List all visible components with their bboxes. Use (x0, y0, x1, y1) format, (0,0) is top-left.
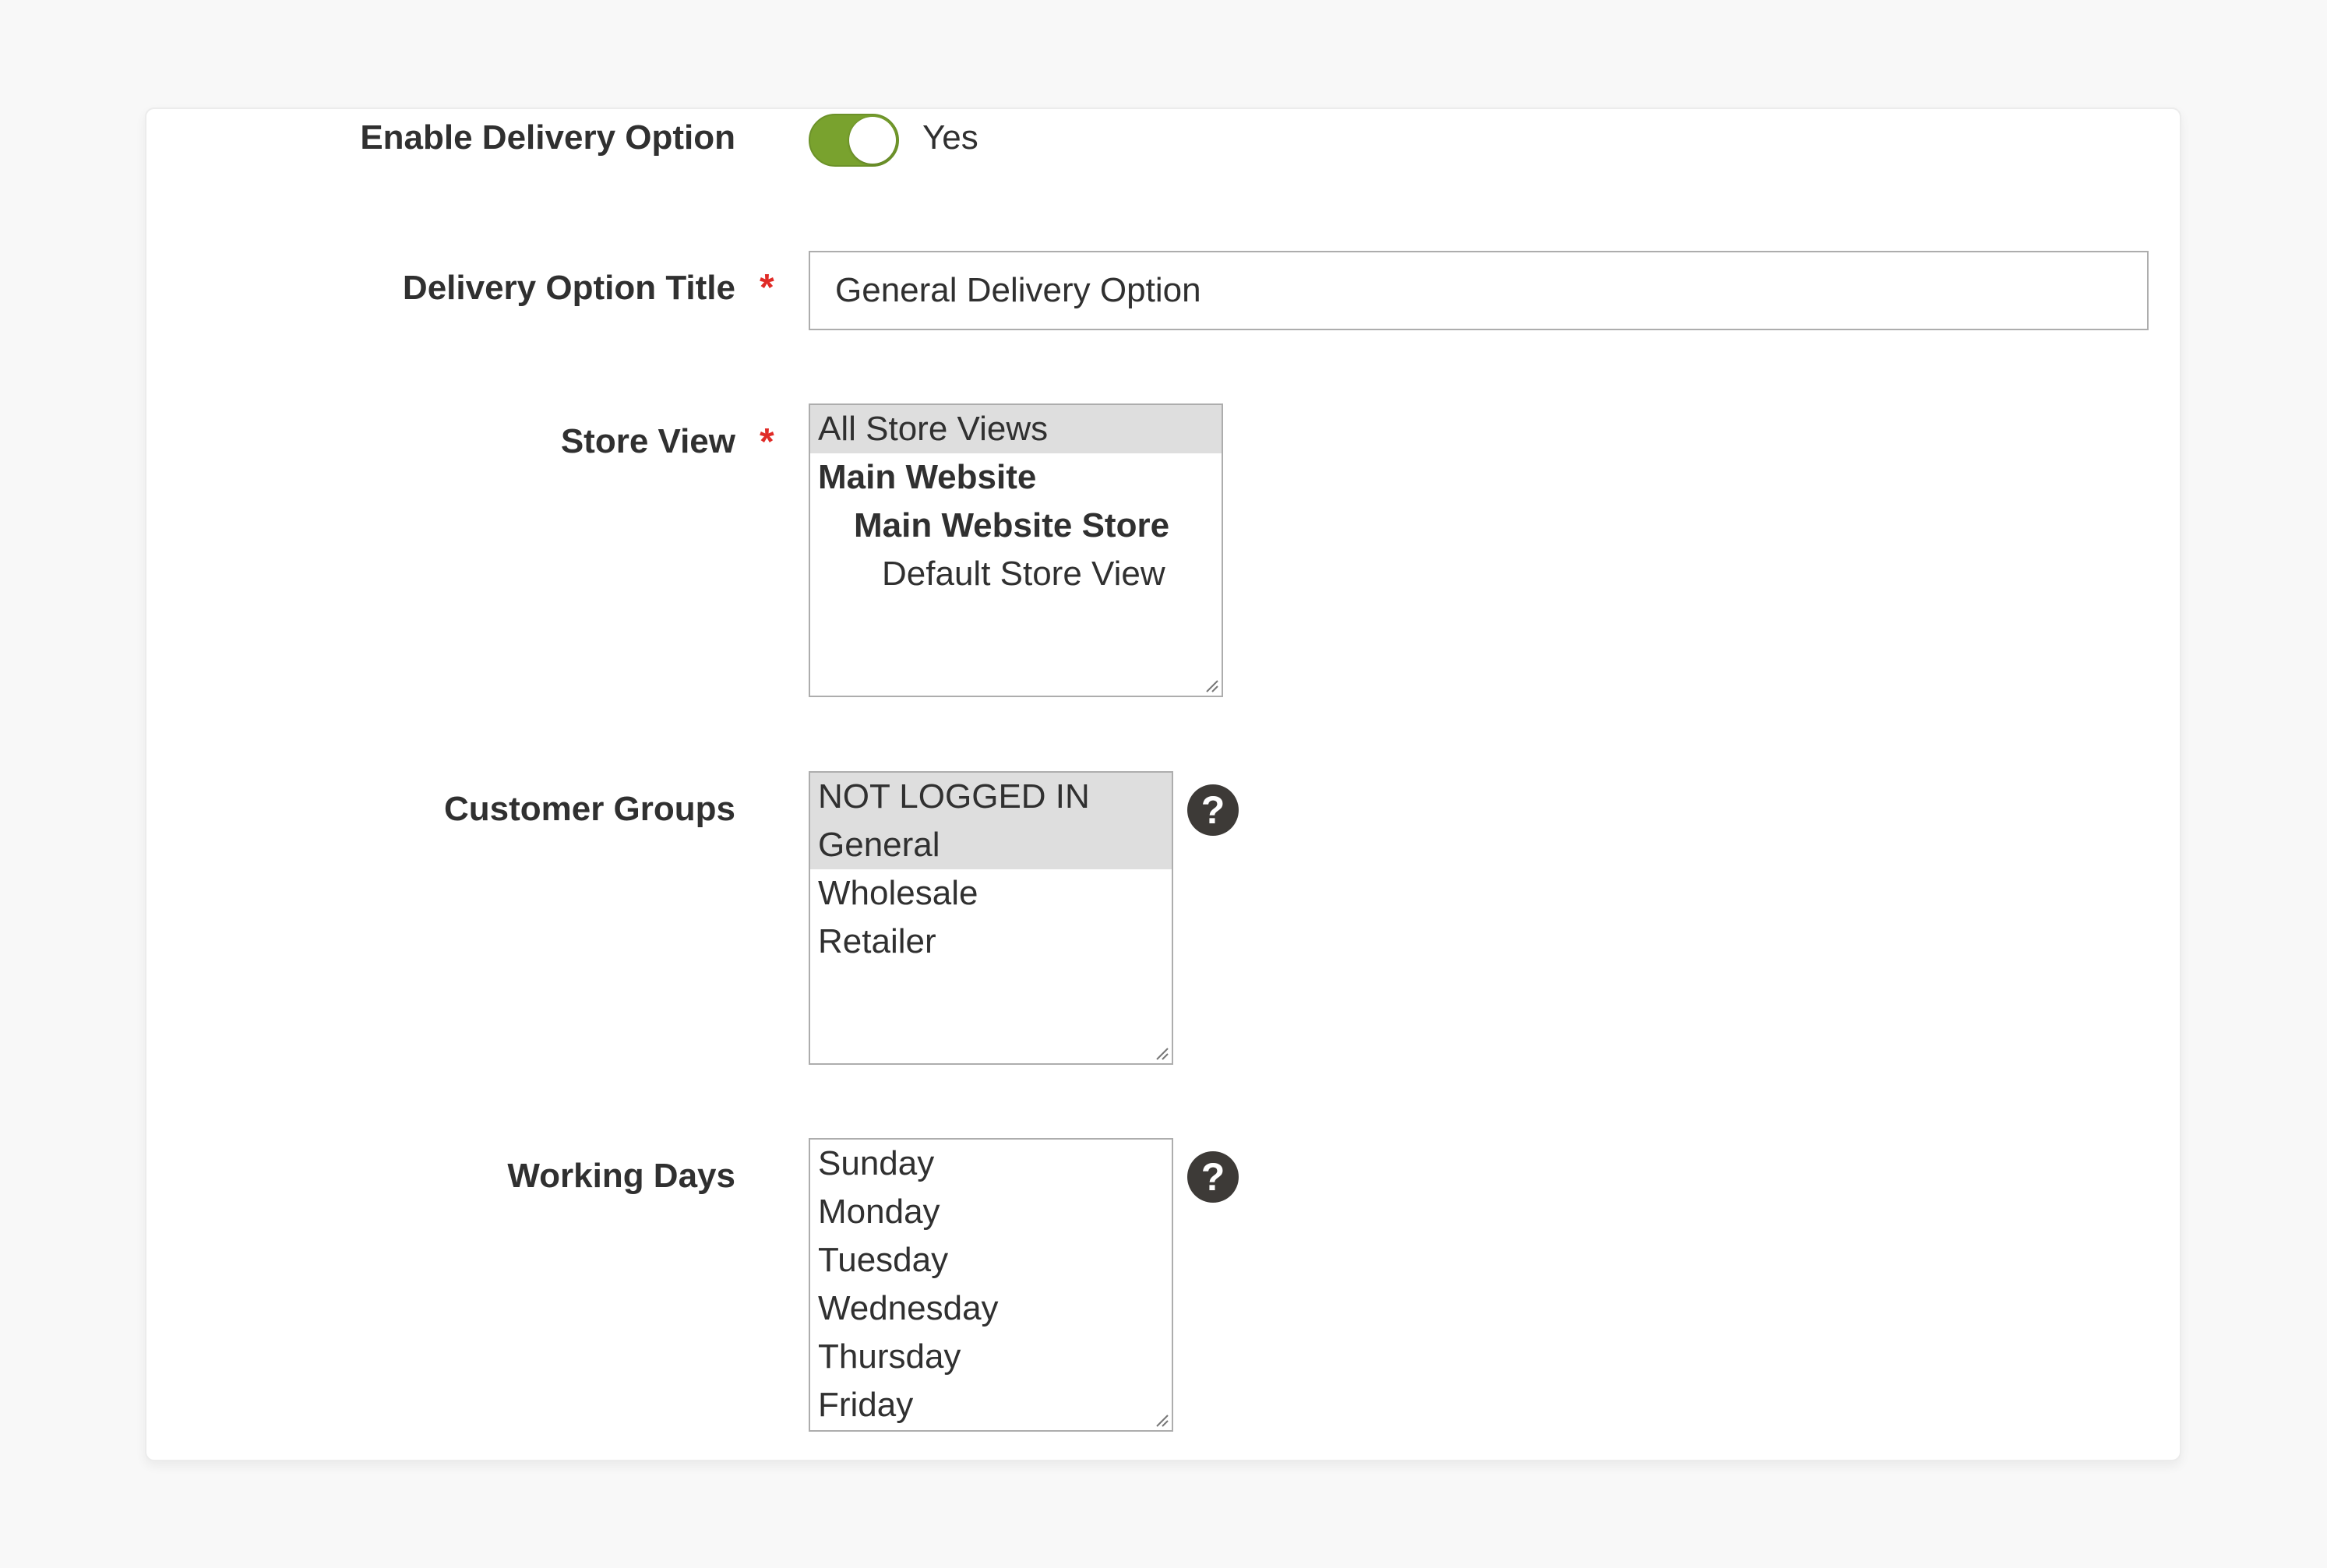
resize-handle-icon[interactable] (1204, 678, 1218, 692)
store-view-option-main-website-store[interactable]: Main Website Store (810, 502, 1222, 550)
customer-groups-multiselect[interactable]: NOT LOGGED IN General Wholesale Retailer (809, 771, 1173, 1065)
store-view-option-default-store-view[interactable]: Default Store View (810, 550, 1222, 598)
working-day-option-monday[interactable]: Monday (810, 1188, 1172, 1236)
store-view-multiselect[interactable]: All Store Views Main Website Main Websit… (809, 403, 1223, 697)
working-days-label: Working Days (507, 1157, 735, 1195)
toggle-state-text: Yes (922, 118, 978, 157)
delivery-option-title-input[interactable] (809, 251, 2149, 330)
customer-groups-label: Customer Groups (443, 790, 735, 828)
customer-group-option-general[interactable]: General (810, 821, 1172, 869)
delivery-option-title-label: Delivery Option Title (402, 269, 735, 307)
working-day-option-sunday[interactable]: Sunday (810, 1140, 1172, 1188)
customer-group-option-retailer[interactable]: Retailer (810, 918, 1172, 966)
customer-groups-help-icon[interactable]: ? (1187, 784, 1239, 836)
working-day-option-tuesday[interactable]: Tuesday (810, 1236, 1172, 1284)
working-days-multiselect[interactable]: Sunday Monday Tuesday Wednesday Thursday… (809, 1138, 1173, 1432)
working-day-option-thursday[interactable]: Thursday (810, 1333, 1172, 1381)
working-day-option-friday[interactable]: Friday (810, 1381, 1172, 1429)
required-asterisk: * (760, 421, 774, 463)
enable-delivery-option-toggle[interactable] (809, 114, 899, 167)
required-asterisk: * (760, 267, 774, 308)
customer-group-option-not-logged-in[interactable]: NOT LOGGED IN (810, 773, 1172, 821)
resize-handle-icon[interactable] (1155, 1413, 1169, 1427)
enable-delivery-option-label: Enable Delivery Option (360, 118, 735, 157)
toggle-knob (849, 117, 896, 164)
resize-handle-icon[interactable] (1155, 1046, 1169, 1060)
customer-group-option-wholesale[interactable]: Wholesale (810, 869, 1172, 918)
working-days-help-icon[interactable]: ? (1187, 1151, 1239, 1203)
store-view-option-main-website[interactable]: Main Website (810, 453, 1222, 502)
store-view-label: Store View (560, 422, 735, 460)
store-view-option-all[interactable]: All Store Views (810, 405, 1222, 453)
working-day-option-wednesday[interactable]: Wednesday (810, 1284, 1172, 1333)
